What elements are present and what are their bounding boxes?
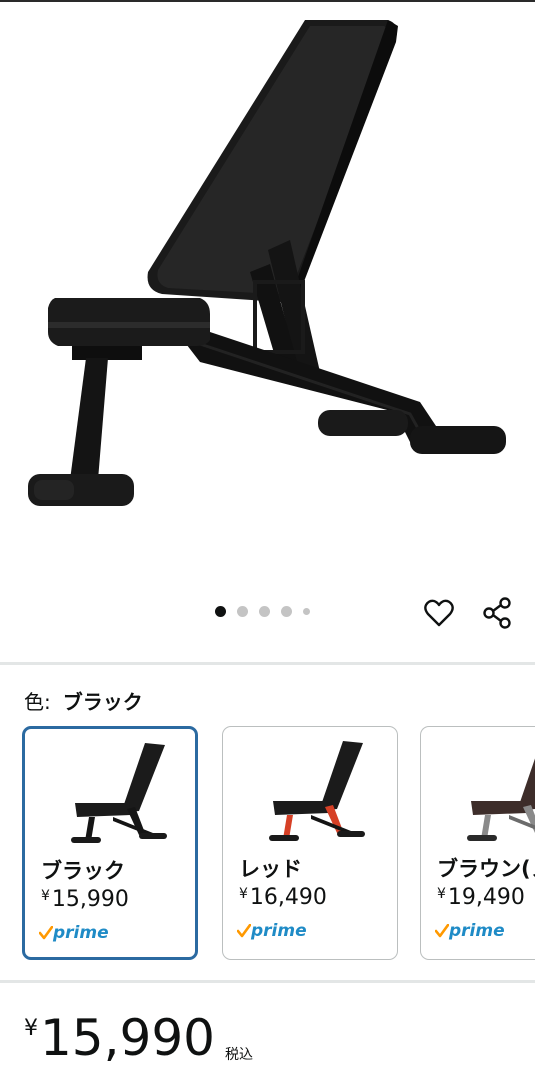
prime-check-icon bbox=[434, 923, 450, 938]
share-icon bbox=[483, 597, 511, 629]
price-amount: 15,990 bbox=[40, 1009, 215, 1067]
variant-card-red[interactable]: レッド ¥16,490 prime bbox=[222, 726, 398, 960]
variant-name: ブラウン(ノ bbox=[437, 857, 535, 881]
heart-icon bbox=[424, 599, 454, 627]
variant-thumbnail bbox=[269, 741, 365, 841]
section-divider bbox=[0, 980, 535, 983]
image-pagination-dots bbox=[215, 606, 310, 617]
share-button[interactable] bbox=[480, 596, 514, 630]
pagination-dot[interactable] bbox=[237, 606, 248, 617]
prime-check-icon bbox=[38, 925, 54, 940]
prime-label: prime bbox=[251, 921, 307, 941]
currency-symbol: ¥ bbox=[437, 886, 446, 902]
currency-symbol: ¥ bbox=[239, 886, 248, 902]
prime-badge: prime bbox=[434, 921, 505, 941]
pagination-dot[interactable] bbox=[259, 606, 270, 617]
pagination-dot[interactable] bbox=[303, 608, 310, 615]
currency-symbol: ¥ bbox=[41, 888, 50, 904]
currency-symbol: ¥ bbox=[24, 1016, 38, 1041]
prime-badge: prime bbox=[236, 921, 307, 941]
variant-price-amount: 16,490 bbox=[249, 885, 327, 910]
section-divider bbox=[0, 662, 535, 665]
prime-check-icon bbox=[236, 923, 252, 938]
favorite-button[interactable] bbox=[422, 596, 456, 630]
product-image bbox=[28, 20, 506, 506]
selected-color: ブラック bbox=[62, 690, 143, 714]
variant-name: ブラック bbox=[41, 859, 125, 883]
variant-price-amount: 15,990 bbox=[51, 887, 129, 912]
variant-card-black[interactable]: ブラック ¥15,990 prime bbox=[22, 726, 198, 960]
variant-price: ¥19,490 bbox=[437, 885, 525, 910]
prime-label: prime bbox=[449, 921, 505, 941]
pagination-dot[interactable] bbox=[281, 606, 292, 617]
product-image-gallery[interactable] bbox=[0, 2, 535, 584]
variant-thumbnail bbox=[71, 743, 167, 843]
pagination-dot[interactable] bbox=[215, 606, 226, 617]
color-selection-label: 色: ブラック bbox=[24, 686, 143, 715]
variant-thumbnail bbox=[467, 758, 535, 841]
variant-price: ¥15,990 bbox=[41, 887, 129, 912]
prime-label: prime bbox=[53, 923, 109, 943]
prime-badge: prime bbox=[38, 923, 109, 943]
variant-price: ¥16,490 bbox=[239, 885, 327, 910]
variant-card-brown[interactable]: ブラウン(ノ ¥19,490 prime bbox=[420, 726, 535, 960]
variant-price-amount: 19,490 bbox=[447, 885, 525, 910]
product-price: ¥ 15,990 税込 bbox=[24, 1010, 253, 1066]
variant-name: レッド bbox=[239, 857, 302, 881]
tax-included-label: 税込 bbox=[224, 1047, 253, 1063]
color-label: 色: bbox=[24, 690, 51, 714]
